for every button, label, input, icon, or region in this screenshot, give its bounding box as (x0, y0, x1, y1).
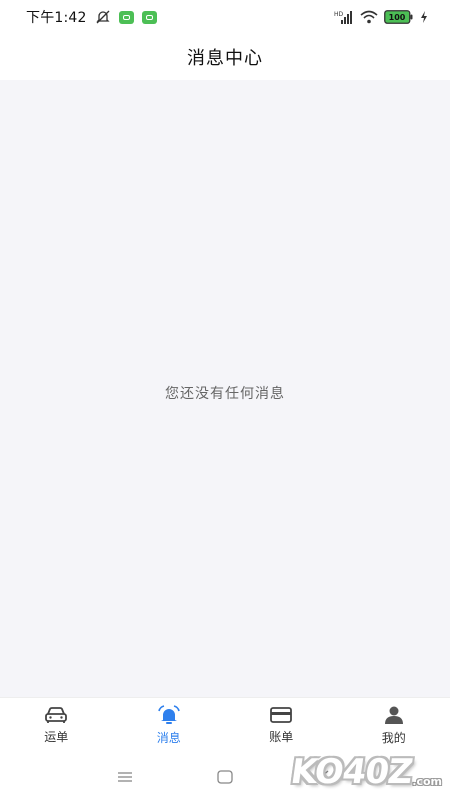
page-header: 消息中心 (0, 34, 450, 80)
home-icon[interactable] (215, 769, 235, 785)
tab-profile[interactable]: 我的 (338, 698, 450, 753)
watermark-logo: KO40Z .com (287, 752, 442, 792)
status-time: 下午1:42 (26, 10, 87, 26)
tab-label: 消息 (156, 731, 181, 745)
status-bar: 下午1:42 HD 100 (0, 0, 450, 34)
status-right: HD 100 (334, 10, 428, 24)
empty-state-text: 您还没有任何消息 (165, 385, 285, 402)
car-icon (44, 706, 68, 724)
battery-icon: 100 (384, 10, 414, 24)
app-notification-icon (118, 10, 134, 24)
wifi-icon (360, 10, 378, 24)
watermark-text: KO40Z (287, 752, 415, 792)
user-icon (382, 705, 406, 725)
alarm-off-icon (95, 9, 111, 25)
app-notification-icon (141, 10, 157, 24)
tab-label: 账单 (269, 730, 294, 744)
tab-bills[interactable]: 账单 (225, 698, 338, 753)
tab-waybill[interactable]: 运单 (0, 698, 113, 753)
charging-icon (420, 11, 428, 23)
message-list-area: 您还没有任何消息 (0, 80, 450, 697)
tab-messages[interactable]: 消息 (113, 698, 226, 753)
svg-text:HD: HD (334, 11, 344, 18)
tab-label: 运单 (44, 730, 69, 744)
bottom-tab-bar: 运单 消息 账单 我的 (0, 697, 450, 753)
watermark-suffix: .com (412, 775, 442, 788)
bell-icon (157, 705, 181, 725)
menu-icon[interactable] (115, 769, 135, 785)
svg-text:100: 100 (389, 13, 406, 22)
card-icon (269, 706, 293, 724)
tab-label: 我的 (381, 731, 406, 745)
signal-icon: HD (334, 10, 354, 24)
page-title: 消息中心 (187, 48, 263, 69)
status-left: 下午1:42 (26, 7, 157, 27)
